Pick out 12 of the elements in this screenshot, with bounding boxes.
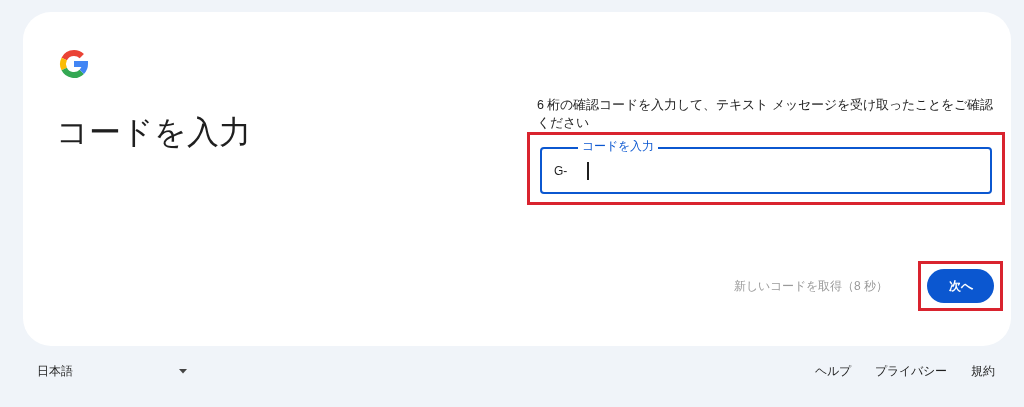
next-button[interactable]: 次へ — [927, 269, 994, 303]
footer-link[interactable]: プライバシー — [875, 363, 947, 380]
dropdown-caret-icon — [179, 369, 187, 374]
instruction-text: 6 桁の確認コードを入力して、テキスト メッセージを受け取ったことをご確認ください — [537, 97, 994, 132]
footer-link[interactable]: ヘルプ — [815, 363, 851, 380]
language-selector[interactable]: 日本語 — [37, 363, 187, 380]
code-prefix: G- — [554, 163, 568, 178]
text-cursor — [587, 161, 589, 180]
field-label: コードを入力 — [578, 139, 658, 154]
page-heading: コードを入力 — [56, 113, 252, 152]
footer-link[interactable]: 規約 — [971, 363, 995, 380]
code-input-field[interactable]: コードを入力 G- — [540, 139, 992, 194]
